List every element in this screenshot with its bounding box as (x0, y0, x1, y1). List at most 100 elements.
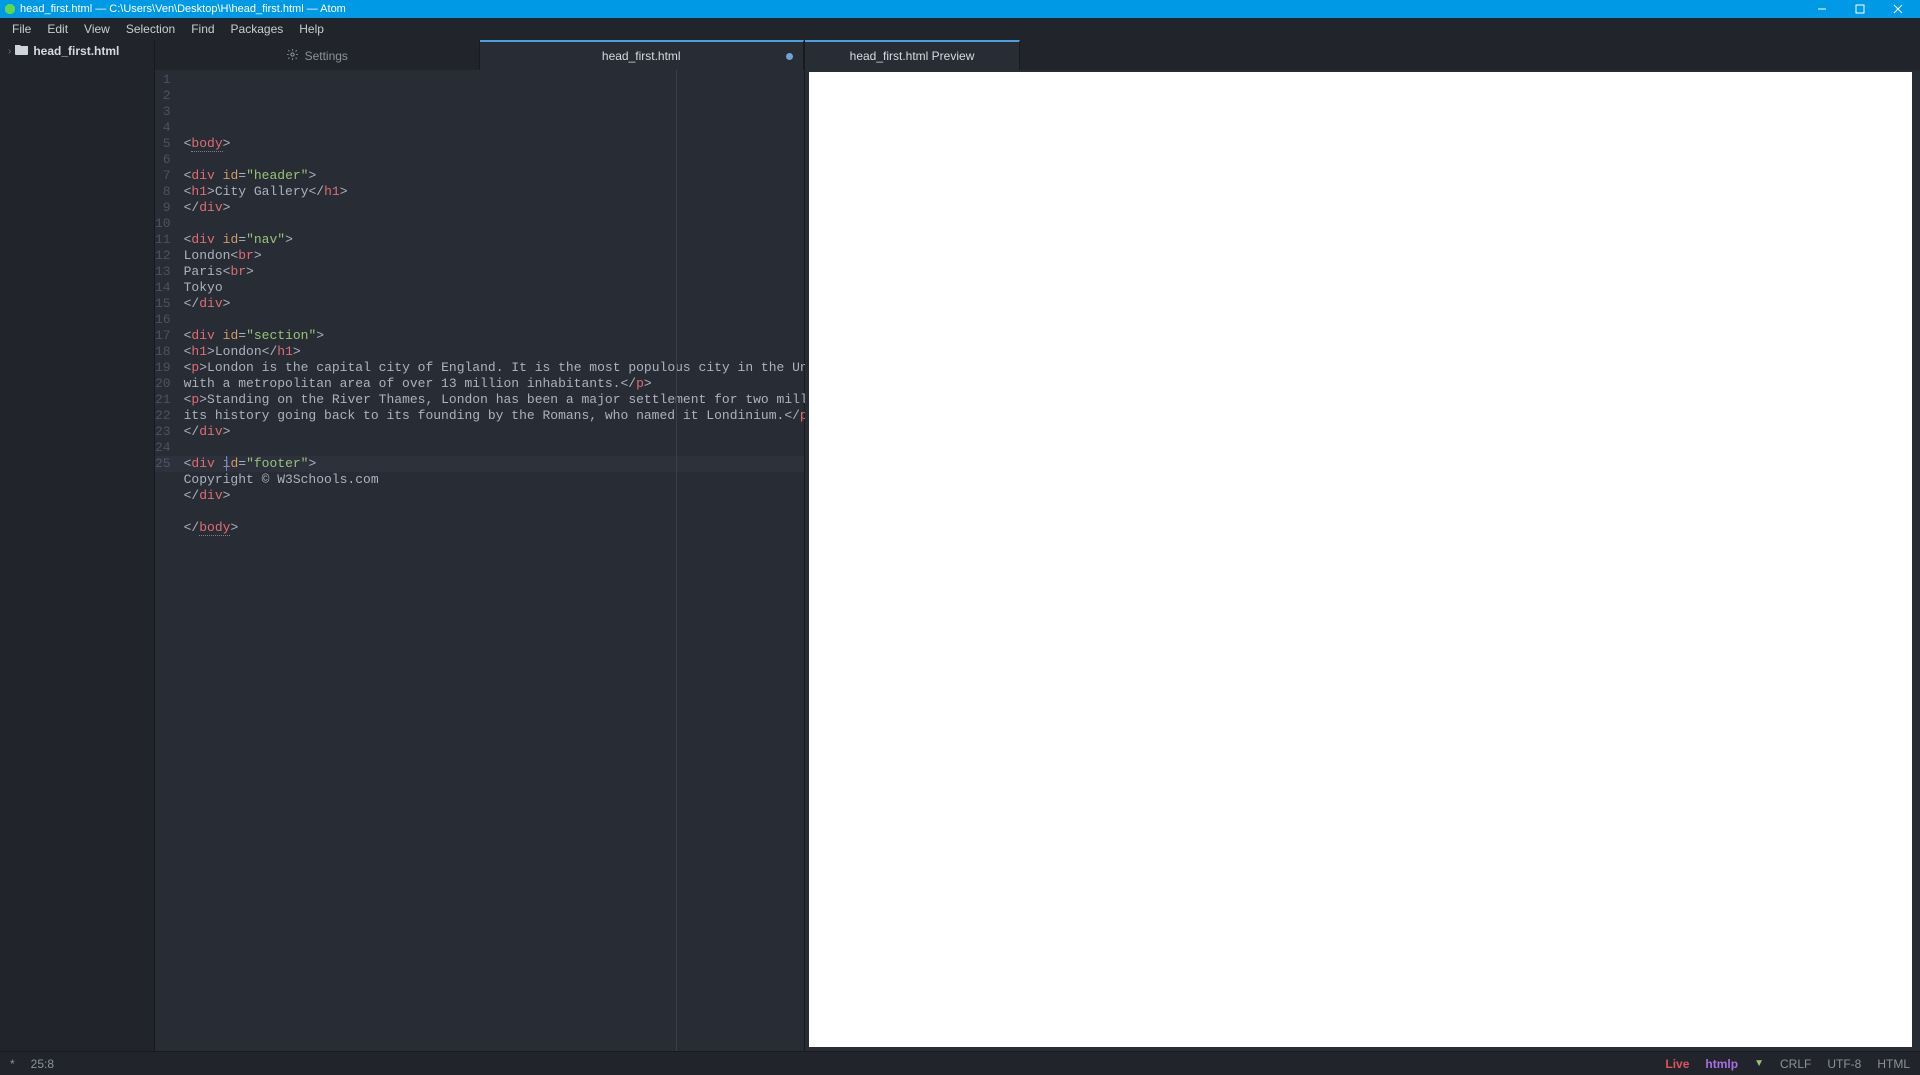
line-number: 14 (155, 280, 171, 296)
status-line-ending[interactable]: CRLF (1780, 1057, 1811, 1071)
line-number: 8 (155, 184, 171, 200)
text-cursor (226, 456, 227, 471)
window-title: head_first.html — C:\Users\Ven\Desktop\H… (20, 3, 1814, 15)
line-number: 1 (155, 72, 171, 88)
code-line[interactable]: <p>Standing on the River Thames, London … (184, 392, 910, 408)
gear-icon (286, 48, 299, 64)
tree-view[interactable]: › head_first.html (0, 40, 155, 1051)
line-number: 10 (155, 216, 171, 232)
tab-label: Settings (305, 49, 348, 63)
line-number: 21 (155, 392, 171, 408)
preview-container (805, 70, 1920, 1051)
statusbar: * 25:8 Live htmlp ▼ CRLF UTF-8 HTML (0, 1051, 1920, 1075)
code-line[interactable]: <div id="footer"> (184, 456, 910, 472)
folder-icon (15, 44, 28, 58)
preview-pane: head_first.html Preview (805, 40, 1920, 1051)
code-line[interactable]: Paris<br> (184, 264, 910, 280)
line-number: 24 (155, 440, 171, 456)
code-line[interactable] (184, 440, 910, 456)
tree-item-project-file[interactable]: › head_first.html (0, 40, 154, 62)
modified-indicator-icon (786, 53, 793, 60)
line-number: 3 (155, 104, 171, 120)
code-line[interactable] (184, 216, 910, 232)
tabbar-left: Settings head_first.html (155, 40, 804, 70)
html-preview[interactable] (809, 72, 1912, 1047)
minimize-button[interactable] (1814, 2, 1830, 16)
line-number: 19 (155, 360, 171, 376)
code-line[interactable]: </div> (184, 200, 910, 216)
cursor-position[interactable]: 25:8 (31, 1057, 54, 1071)
text-editor[interactable]: 1234567891011121314151617181920212223242… (155, 70, 804, 1051)
code-line[interactable]: with a metropolitan area of over 13 mill… (184, 376, 910, 392)
line-number: 12 (155, 248, 171, 264)
tab-preview[interactable]: head_first.html Preview (805, 40, 1020, 70)
gutter: 1234567891011121314151617181920212223242… (155, 70, 179, 1051)
line-number: 18 (155, 344, 171, 360)
code-line[interactable]: <body> (184, 136, 910, 152)
tab-editor[interactable]: head_first.html (480, 40, 805, 70)
tabbar-spacer (1020, 40, 1920, 70)
titlebar[interactable]: head_first.html — C:\Users\Ven\Desktop\H… (0, 0, 1920, 18)
menu-edit[interactable]: Edit (39, 20, 76, 38)
menu-selection[interactable]: Selection (118, 20, 183, 38)
code-line[interactable]: </div> (184, 488, 910, 504)
code-line[interactable] (184, 312, 910, 328)
code-line[interactable]: </body> (184, 520, 910, 536)
line-number: 20 (155, 376, 171, 392)
status-live[interactable]: Live (1665, 1057, 1689, 1071)
menubar: File Edit View Selection Find Packages H… (0, 18, 1920, 40)
code-line[interactable]: <div id="section"> (184, 328, 910, 344)
line-number: 4 (155, 120, 171, 136)
chevron-right-icon: › (8, 46, 11, 57)
menu-view[interactable]: View (76, 20, 118, 38)
menu-packages[interactable]: Packages (223, 20, 292, 38)
menu-file[interactable]: File (4, 20, 39, 38)
wrap-guide (676, 70, 677, 1051)
line-number: 2 (155, 88, 171, 104)
code-line[interactable]: <h1>City Gallery</h1> (184, 184, 910, 200)
line-number: 23 (155, 424, 171, 440)
status-htmlp[interactable]: htmlp (1705, 1057, 1738, 1071)
line-number: 16 (155, 312, 171, 328)
code-line[interactable]: its history going back to its founding b… (184, 408, 910, 424)
tab-settings[interactable]: Settings (155, 40, 480, 70)
code-area[interactable]: <body> <div id="header"><h1>City Gallery<… (179, 70, 910, 1051)
editor-pane: Settings head_first.html 123456789101112… (155, 40, 805, 1051)
code-line[interactable]: <div id="nav"> (184, 232, 910, 248)
line-number: 11 (155, 232, 171, 248)
line-number: 5 (155, 136, 171, 152)
status-grammar[interactable]: HTML (1877, 1057, 1910, 1071)
code-line[interactable] (184, 504, 910, 520)
code-line[interactable]: </div> (184, 296, 910, 312)
tab-label: head_first.html Preview (850, 49, 975, 63)
line-number: 9 (155, 200, 171, 216)
maximize-button[interactable] (1852, 2, 1868, 16)
code-line[interactable]: Copyright © W3Schools.com (184, 472, 910, 488)
code-line[interactable]: </div> (184, 424, 910, 440)
menu-find[interactable]: Find (183, 20, 222, 38)
close-button[interactable] (1890, 2, 1906, 16)
line-number: 17 (155, 328, 171, 344)
line-number: 6 (155, 152, 171, 168)
menu-help[interactable]: Help (291, 20, 332, 38)
line-number: 22 (155, 408, 171, 424)
pane-container: Settings head_first.html 123456789101112… (155, 40, 1920, 1051)
tree-item-label: head_first.html (33, 44, 119, 58)
code-line[interactable] (184, 152, 910, 168)
line-number: 13 (155, 264, 171, 280)
file-modified-indicator: * (10, 1057, 15, 1071)
code-line[interactable]: <div id="header"> (184, 168, 910, 184)
code-line[interactable]: London<br> (184, 248, 910, 264)
tabbar-right: head_first.html Preview (805, 40, 1920, 70)
code-line[interactable]: <p>London is the capital city of England… (184, 360, 910, 376)
line-number: 15 (155, 296, 171, 312)
window-controls (1814, 2, 1916, 16)
atom-icon (4, 3, 16, 15)
line-number: 7 (155, 168, 171, 184)
status-encoding[interactable]: UTF-8 (1827, 1057, 1861, 1071)
triangle-down-icon[interactable]: ▼ (1754, 1058, 1764, 1069)
code-line[interactable]: <h1>London</h1> (184, 344, 910, 360)
workspace: › head_first.html Settings head_first.ht… (0, 40, 1920, 1051)
code-line[interactable]: Tokyo (184, 280, 910, 296)
tab-label: head_first.html (602, 49, 681, 63)
